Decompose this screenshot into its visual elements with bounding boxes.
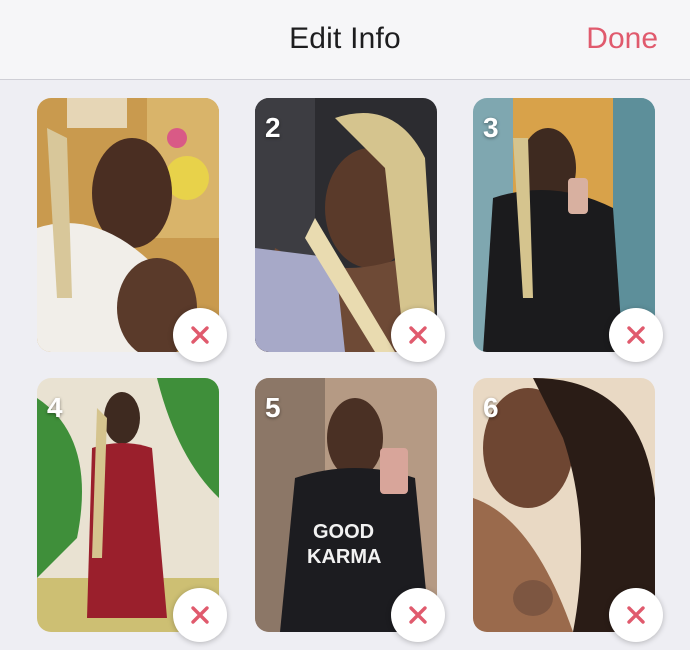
svg-text:KARMA: KARMA — [307, 546, 381, 568]
photo-number: 2 — [265, 112, 281, 143]
close-icon — [191, 326, 209, 344]
photo-number: 5 — [265, 392, 281, 423]
svg-text:GOOD: GOOD — [313, 521, 374, 543]
photo-slot-6[interactable]: 6 — [473, 378, 663, 642]
photo-slot-4[interactable]: 4 — [37, 378, 227, 642]
remove-photo-button[interactable] — [391, 308, 445, 362]
close-icon — [409, 606, 427, 624]
photo-number: 3 — [483, 112, 499, 143]
remove-photo-button[interactable] — [609, 308, 663, 362]
remove-photo-button[interactable] — [391, 588, 445, 642]
remove-photo-button[interactable] — [173, 588, 227, 642]
photo-slot-3[interactable]: 3 — [473, 98, 663, 362]
close-icon — [191, 606, 209, 624]
done-button[interactable]: Done — [586, 22, 658, 56]
navigation-bar: Edit Info Done — [0, 0, 690, 80]
photo-slot-1[interactable] — [37, 98, 227, 362]
photo-slot-5[interactable]: GOOD KARMA 5 — [255, 378, 445, 642]
photo-number: 6 — [483, 392, 499, 423]
close-icon — [409, 326, 427, 344]
remove-photo-button[interactable] — [609, 588, 663, 642]
close-icon — [627, 606, 645, 624]
remove-photo-button[interactable] — [173, 308, 227, 362]
close-icon — [627, 326, 645, 344]
photo-number: 4 — [47, 392, 63, 423]
photo-slot-2[interactable]: 2 — [255, 98, 445, 362]
